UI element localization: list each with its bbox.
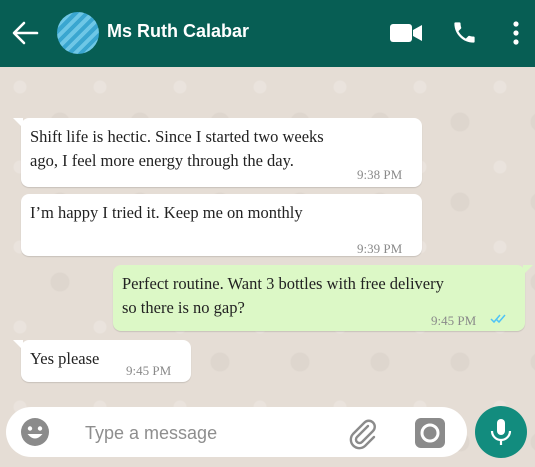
bubble-tail xyxy=(523,265,533,275)
message-line: Perfect routine. Want 3 bottles with fre… xyxy=(122,274,444,293)
message-text: Perfect routine. Want 3 bottles with fre… xyxy=(122,272,444,320)
message-incoming[interactable]: Yes please 9:45 PM xyxy=(13,340,191,382)
message-line: Shift life is hectic. Since I started tw… xyxy=(30,127,324,146)
attach-icon[interactable] xyxy=(344,415,380,451)
phone-icon[interactable] xyxy=(451,19,478,46)
bubble-tail xyxy=(13,118,23,128)
message-line: I’m happy I tried it. Keep me on monthly xyxy=(30,203,303,222)
more-options-icon[interactable] xyxy=(507,20,525,46)
voice-message-button[interactable] xyxy=(475,406,527,458)
message-text: Shift life is hectic. Since I started tw… xyxy=(30,125,324,173)
message-text: I’m happy I tried it. Keep me on monthly xyxy=(30,201,303,225)
message-time: 9:38 PM xyxy=(357,167,403,182)
message-incoming[interactable]: Shift life is hectic. Since I started tw… xyxy=(13,118,422,187)
message-line: Yes please xyxy=(30,349,100,368)
contact-name[interactable]: Ms Ruth Calabar xyxy=(107,21,249,42)
bubble-tail xyxy=(13,340,23,350)
message-line: so there is no gap? xyxy=(122,298,245,317)
message-time: 9:45 PM xyxy=(431,313,477,328)
emoji-icon[interactable] xyxy=(19,416,51,448)
video-call-icon[interactable] xyxy=(389,22,423,44)
avatar[interactable] xyxy=(57,12,99,54)
message-input-bar[interactable]: Type a message xyxy=(6,407,467,457)
message-text: Yes please xyxy=(30,347,99,371)
back-arrow-icon[interactable] xyxy=(10,19,40,47)
message-line: ago, I feel more energy through the day. xyxy=(30,151,294,170)
double-check-read-icon xyxy=(490,314,506,324)
camera-icon[interactable] xyxy=(414,417,446,449)
message-outgoing[interactable]: Perfect routine. Want 3 bottles with fre… xyxy=(113,265,533,331)
mic-icon xyxy=(490,419,512,445)
message-time: 9:45 PM xyxy=(126,363,172,378)
message-input[interactable]: Type a message xyxy=(85,423,217,444)
chat-header: Ms Ruth Calabar xyxy=(0,0,535,67)
message-time: 9:39 PM xyxy=(357,241,403,256)
message-incoming[interactable]: I’m happy I tried it. Keep me on monthly… xyxy=(21,194,422,256)
